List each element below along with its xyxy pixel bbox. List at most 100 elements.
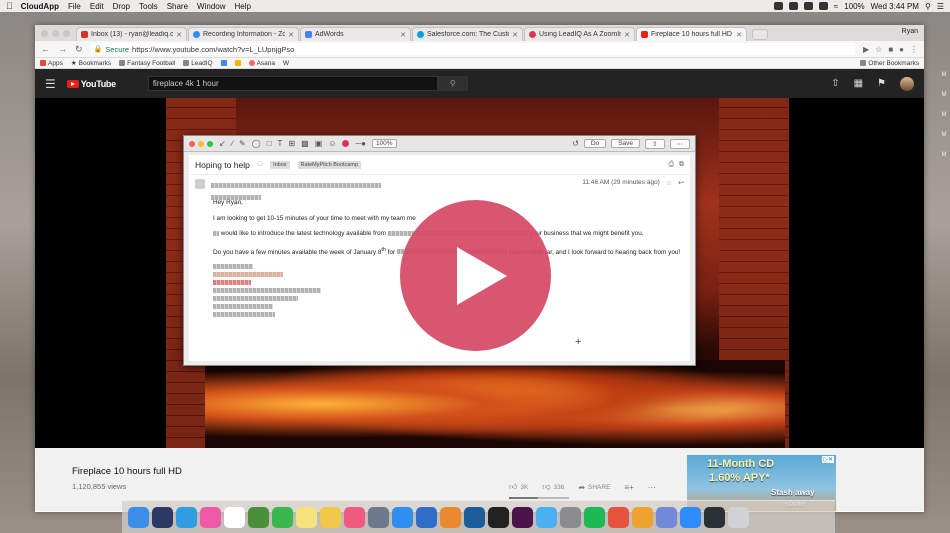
desktop-file-icon[interactable]: M [942,92,947,98]
books-icon[interactable] [440,506,461,528]
messages-icon[interactable] [536,506,557,528]
preferences-icon[interactable] [560,506,581,528]
close-icon[interactable]: ✕ [176,31,182,39]
tray-app-icon[interactable] [818,2,828,10]
tray-app-icon[interactable] [773,2,783,10]
tab-zoom[interactable]: Recording Information - Zoom ✕ [188,27,299,41]
bookmark-apps[interactable]: Apps [40,60,63,67]
upload-icon[interactable]: ⇧ [831,78,839,89]
zoom-select[interactable]: 100% [371,139,397,148]
crop-tool-icon[interactable]: ⊞ [288,139,295,148]
bookmark-bookmarks[interactable]: ★ Bookmarks [71,59,111,68]
desktop-file-icon[interactable]: M [942,72,947,78]
video-player[interactable]: ↙ ∕ ✎ ◯ □ T ⊞ ▩ ▣ ☺ ─● 100% ↺ Do Save ⇧ … [35,98,924,448]
rocket-icon[interactable] [368,506,389,528]
profile-name[interactable]: Ryan [902,28,918,35]
desktop-file-icon[interactable]: M [942,132,947,138]
ellipse-tool-icon[interactable]: ◯ [252,139,261,148]
tab-youtube[interactable]: Fireplace 10 hours full HD ✕ [636,27,747,41]
line-tool-icon[interactable]: ∕ [232,139,233,148]
do-button[interactable]: Do [583,139,607,148]
bookmark-fantasy[interactable]: Fantasy Football [119,60,175,67]
hamburger-menu-icon[interactable]: ☰ [45,77,56,91]
close-icon[interactable]: ✕ [400,31,406,39]
safari-icon[interactable] [176,506,197,528]
notifications-bell-icon[interactable]: ⚑ [877,78,886,89]
minimize-window-button[interactable] [52,30,59,37]
share-button[interactable]: ➦ SHARE [578,483,610,492]
color-picker[interactable] [342,140,350,147]
cloudapp-icon[interactable] [704,506,725,528]
finder-icon[interactable] [128,506,149,528]
discord-icon[interactable] [656,506,677,528]
reset-icon[interactable]: ↺ [572,139,579,148]
save-button[interactable]: Save [611,139,641,148]
search-input[interactable]: fireplace 4k 1 hour [147,76,438,91]
facetime-icon[interactable] [272,506,293,528]
spotlight-icon[interactable]: ⚲ [925,2,931,11]
menu-dots-icon[interactable]: ⋮ [910,45,918,54]
spotify-icon[interactable] [584,506,605,528]
maximize-window-button[interactable] [207,140,213,147]
close-icon[interactable]: ✕ [512,31,518,39]
close-icon[interactable]: ✕ [736,31,742,39]
tab-gmail[interactable]: Inbox (13) - ryan@leadiq.com ✕ [76,27,187,41]
close-window-button[interactable] [189,140,195,147]
maximize-window-button[interactable] [63,30,70,37]
add-to-playlist-button[interactable]: ≡+ [624,483,633,492]
cast-icon[interactable]: ▶ [863,45,869,54]
desktop-file-icon[interactable]: M [942,152,947,158]
music-icon[interactable] [344,506,365,528]
address-bar[interactable]: 🔒 Secure https://www.youtube.com/watch?v… [90,43,855,55]
clock[interactable]: Wed 3:44 PM [871,2,919,11]
bookmark-other[interactable]: Other Bookmarks [860,60,919,67]
sketch-icon[interactable] [632,506,653,528]
extension-icon[interactable]: ● [899,45,904,54]
notification-center-icon[interactable]: ☰ [937,2,944,11]
bookmark-asana[interactable]: Asana [248,60,275,67]
adchoices-icon[interactable]: ▷✕ [822,456,834,463]
close-icon[interactable]: ✕ [288,31,294,39]
new-tab-button[interactable] [752,29,768,40]
share-icon[interactable]: ⇧ [645,138,665,149]
minimize-window-button[interactable] [198,140,204,147]
dislike-button[interactable]: 👎︎ 336 [542,482,564,492]
tab-adwords[interactable]: AdWords ✕ [300,27,411,41]
bookmark-wiki[interactable]: W [283,60,289,67]
tray-app-icon[interactable] [788,2,798,10]
highlight-tool-icon[interactable]: ▣ [315,139,323,148]
play-button-overlay[interactable] [400,200,551,351]
menu-tools[interactable]: Tools [139,2,158,11]
menu-share[interactable]: Share [167,2,188,11]
terminal-icon[interactable] [488,506,509,528]
arrow-tool-icon[interactable]: ↙ [219,139,226,148]
apple-icon[interactable]:  [6,1,13,11]
menu-app-name[interactable]: CloudApp [21,2,59,11]
menu-file[interactable]: File [68,2,81,11]
extension-icon[interactable]: ■ [888,45,893,54]
star-icon[interactable]: ☆ [875,45,882,54]
apps-grid-icon[interactable]: ▦ [854,78,863,89]
like-button[interactable]: 👍︎ 3K [509,482,528,492]
tab-leadiq[interactable]: Using LeadIQ As A ZoomInfo A ✕ [524,27,635,41]
itunes-icon[interactable] [200,506,221,528]
reload-icon[interactable]: ↻ [75,44,83,55]
search-button[interactable]: ⚲ [437,76,468,91]
youtube-logo[interactable]: YouTube [66,79,116,89]
pen-tool-icon[interactable]: ✎ [239,139,246,148]
calendar-icon[interactable] [224,506,245,528]
stroke-size-slider[interactable]: ─● [355,139,366,148]
chrome-icon[interactable] [608,506,629,528]
appstore-icon[interactable] [392,506,413,528]
trash-icon[interactable] [728,506,749,528]
bookmark-leadiq[interactable]: LeadIQ [183,60,213,67]
menu-window[interactable]: Window [197,2,225,11]
slack-icon[interactable] [512,506,533,528]
xcode-icon[interactable] [248,506,269,528]
blur-tool-icon[interactable]: ▩ [301,139,309,148]
zoom-dock-icon[interactable] [680,506,701,528]
avatar[interactable] [900,76,914,91]
desktop-file-icon[interactable]: M [942,112,947,118]
close-icon[interactable]: ✕ [624,31,630,39]
forward-icon[interactable]: → [58,44,67,54]
